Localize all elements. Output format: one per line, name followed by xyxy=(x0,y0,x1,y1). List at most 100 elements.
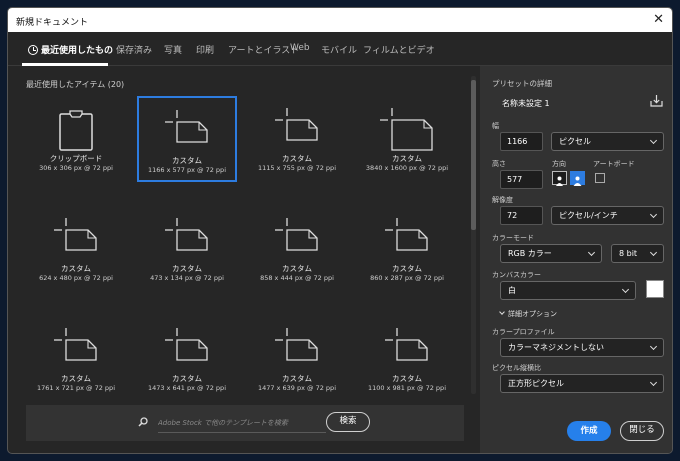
preset-details-panel: プリセットの詳細 名称未設定 1 幅 1166 ピクセル 高さ 方向 アートボー… xyxy=(480,66,672,453)
preset-item[interactable]: カスタム 624 x 480 px @ 72 ppi xyxy=(26,206,126,292)
tab-film-video[interactable]: フィルムとビデオ xyxy=(363,43,435,56)
tab-web[interactable]: Web xyxy=(290,43,310,53)
preset-size: 1166 x 577 px @ 72 ppi xyxy=(148,166,226,174)
artboard-label: アートボード xyxy=(593,160,635,168)
preset-size: 1115 x 755 px @ 72 ppi xyxy=(258,164,336,172)
tab-saved[interactable]: 保存済み xyxy=(116,43,152,56)
custom-doc-icon xyxy=(275,328,319,366)
tab-art-illustration[interactable]: アートとイラスト xyxy=(228,43,299,56)
preset-name: カスタム xyxy=(282,264,312,273)
color-profile-value: カラーマネジメントしない xyxy=(508,343,604,352)
portrait-icon xyxy=(556,176,563,186)
preset-name: カスタム xyxy=(172,374,202,383)
preset-item[interactable]: カスタム 1166 x 577 px @ 72 ppi xyxy=(137,96,237,182)
portrait-button[interactable] xyxy=(552,171,567,186)
tab-print[interactable]: 印刷 xyxy=(196,43,214,56)
custom-doc-icon xyxy=(385,218,429,256)
preset-item[interactable]: クリップボード 306 x 306 px @ 72 ppi xyxy=(26,96,126,182)
preset-size: 1100 x 981 px @ 72 ppi xyxy=(368,384,446,392)
new-document-dialog: 新規ドキュメント ✕ 最近使用したもの 保存済み 写真 印刷 アートとイラスト … xyxy=(8,8,672,453)
preset-details-title: プリセットの詳細 xyxy=(492,79,552,88)
recent-items-title: 最近使用したアイテム (20) xyxy=(26,80,125,89)
preset-size: 858 x 444 px @ 72 ppi xyxy=(260,274,334,282)
stock-search-input[interactable] xyxy=(158,414,318,432)
preset-item[interactable]: カスタム 858 x 444 px @ 72 ppi xyxy=(247,206,347,292)
custom-doc-icon xyxy=(275,108,319,146)
preset-size: 473 x 134 px @ 72 ppi xyxy=(150,274,224,282)
preset-item[interactable]: カスタム 1115 x 755 px @ 72 ppi xyxy=(247,96,347,182)
preset-item[interactable]: カスタム 1473 x 641 px @ 72 ppi xyxy=(137,316,237,402)
chevron-down-icon xyxy=(649,342,658,351)
resolution-unit-dropdown[interactable]: ピクセル/インチ xyxy=(551,206,664,225)
tab-photo[interactable]: 写真 xyxy=(164,43,182,56)
resolution-field[interactable]: 72 xyxy=(500,206,543,225)
save-preset-icon[interactable] xyxy=(650,94,663,107)
preset-name: カスタム xyxy=(282,154,312,163)
search-button[interactable]: 検索 xyxy=(326,412,370,432)
preset-item[interactable]: カスタム 1100 x 981 px @ 72 ppi xyxy=(357,316,457,402)
canvas-color-swatch[interactable] xyxy=(646,280,664,298)
custom-doc-icon xyxy=(380,108,434,156)
preset-item[interactable]: カスタム 1477 x 639 px @ 72 ppi xyxy=(247,316,347,402)
bit-depth-value: 8 bit xyxy=(619,249,638,258)
preset-size: 860 x 287 px @ 72 ppi xyxy=(370,274,444,282)
preset-item[interactable]: カスタム 473 x 134 px @ 72 ppi xyxy=(137,206,237,292)
preset-size: 1473 x 641 px @ 72 ppi xyxy=(148,384,226,392)
height-field[interactable]: 577 xyxy=(500,170,543,189)
chevron-down-icon xyxy=(649,136,658,145)
preset-size: 624 x 480 px @ 72 ppi xyxy=(39,274,113,282)
bit-depth-dropdown[interactable]: 8 bit xyxy=(611,244,664,263)
canvas-color-value: 白 xyxy=(508,286,516,295)
landscape-icon xyxy=(573,176,582,186)
preset-item[interactable]: カスタム 1761 x 721 px @ 72 ppi xyxy=(26,316,126,402)
chevron-down-icon xyxy=(499,309,505,315)
width-field[interactable]: 1166 xyxy=(500,132,543,151)
pixel-aspect-value: 正方形ピクセル xyxy=(508,379,564,388)
landscape-button[interactable] xyxy=(570,171,585,186)
color-mode-dropdown[interactable]: RGB カラー xyxy=(500,244,602,263)
advanced-options-toggle[interactable]: 詳細オプション xyxy=(499,309,557,319)
pixel-aspect-label: ピクセル縦横比 xyxy=(492,364,541,372)
search-icon xyxy=(138,417,148,427)
preset-name: カスタム xyxy=(282,374,312,383)
preset-name: カスタム xyxy=(392,264,422,273)
close-button[interactable]: 閉じる xyxy=(620,421,664,441)
create-button[interactable]: 作成 xyxy=(567,421,611,441)
preset-size: 306 x 306 px @ 72 ppi xyxy=(39,164,113,172)
tab-mobile[interactable]: モバイル xyxy=(321,43,357,56)
pixel-aspect-dropdown[interactable]: 正方形ピクセル xyxy=(500,374,664,393)
chevron-down-icon xyxy=(587,248,596,257)
custom-doc-icon xyxy=(275,218,319,256)
window-title: 新規ドキュメント xyxy=(16,18,89,28)
canvas-color-label: カンバスカラー xyxy=(492,271,541,279)
close-window-icon[interactable]: ✕ xyxy=(653,12,664,27)
custom-doc-icon xyxy=(165,328,209,366)
chevron-down-icon xyxy=(649,248,658,257)
gallery-scrollbar[interactable] xyxy=(471,76,476,394)
preset-name: カスタム xyxy=(392,374,422,383)
custom-doc-icon xyxy=(54,218,98,256)
custom-doc-icon xyxy=(165,110,209,148)
color-mode-label: カラーモード xyxy=(492,234,534,242)
chevron-down-icon xyxy=(621,285,630,294)
custom-doc-icon xyxy=(385,328,429,366)
preset-size: 1477 x 639 px @ 72 ppi xyxy=(258,384,336,392)
preset-item[interactable]: カスタム 860 x 287 px @ 72 ppi xyxy=(357,206,457,292)
tab-recent[interactable]: 最近使用したもの xyxy=(28,43,113,56)
chevron-down-icon xyxy=(649,210,658,219)
unit-dropdown[interactable]: ピクセル xyxy=(551,132,664,151)
document-name[interactable]: 名称未設定 1 xyxy=(502,98,550,109)
color-profile-dropdown[interactable]: カラーマネジメントしない xyxy=(500,338,664,357)
preset-size: 1761 x 721 px @ 72 ppi xyxy=(37,384,115,392)
canvas-color-dropdown[interactable]: 白 xyxy=(500,281,636,300)
artboard-checkbox[interactable] xyxy=(595,173,605,183)
preset-gallery: 最近使用したアイテム (20) クリップボード 306 x 306 px @ 72… xyxy=(26,66,474,452)
color-profile-label: カラープロファイル xyxy=(492,328,555,336)
resolution-label: 解像度 xyxy=(492,196,513,204)
color-mode-value: RGB カラー xyxy=(508,249,552,258)
scrollbar-thumb[interactable] xyxy=(471,80,476,230)
category-tabs: 最近使用したもの 保存済み 写真 印刷 アートとイラスト Web モバイル フィ… xyxy=(8,32,672,66)
preset-item[interactable]: カスタム 3840 x 1600 px @ 72 ppi xyxy=(357,96,457,182)
preset-name: クリップボード xyxy=(49,154,103,163)
search-underline xyxy=(158,432,326,433)
